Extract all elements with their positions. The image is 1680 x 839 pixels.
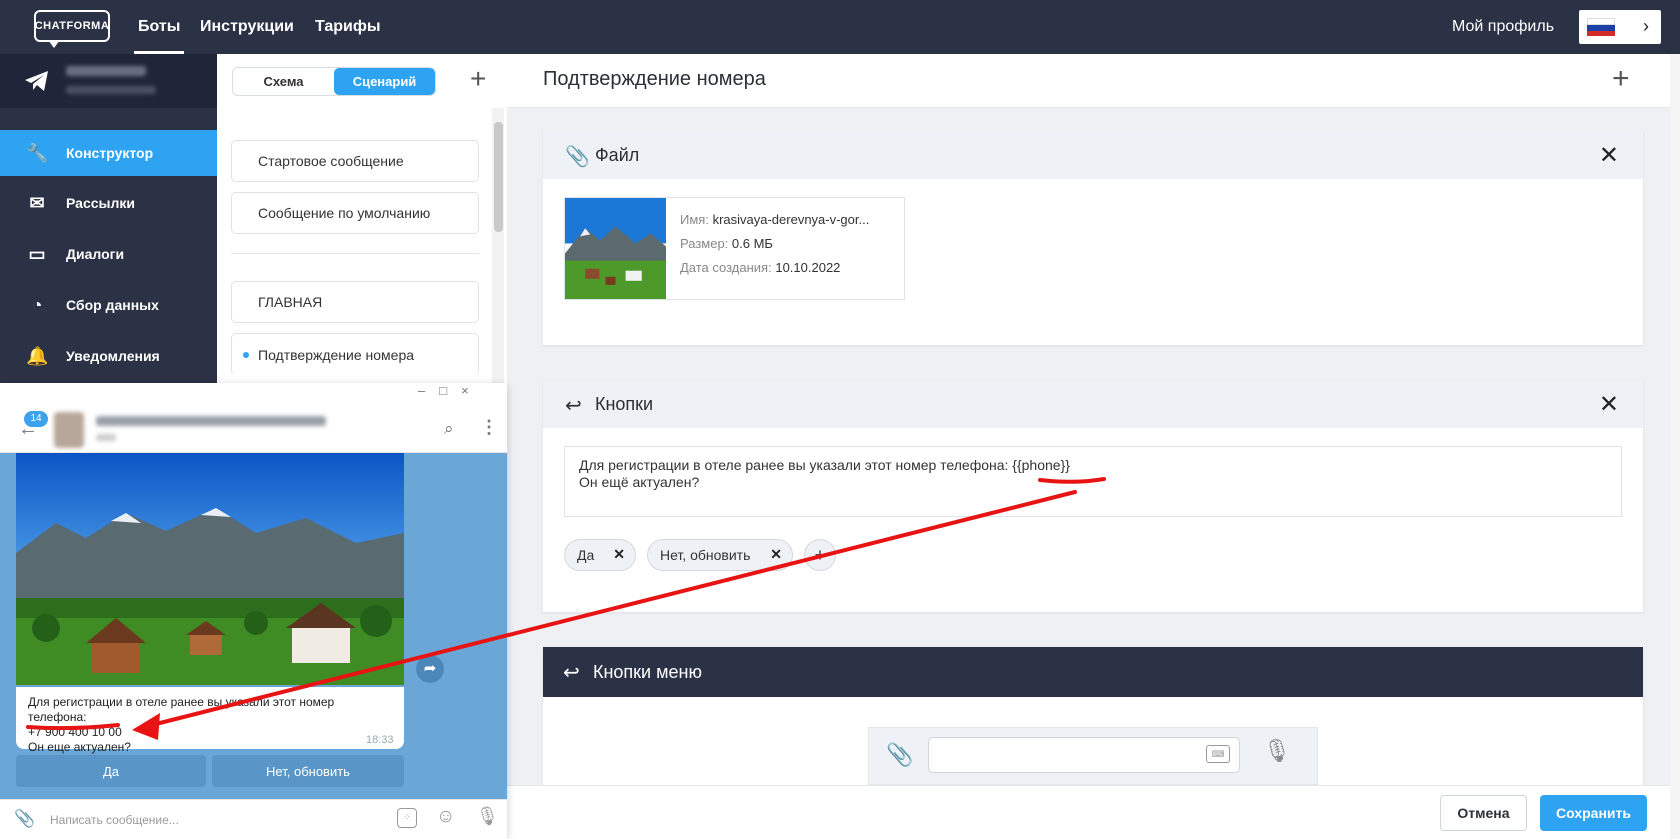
- toggle-scenario[interactable]: Сценарий: [334, 68, 435, 95]
- chip-label: Да: [577, 547, 595, 563]
- sidebar-item-constructor[interactable]: 🔧 Конструктор: [0, 130, 217, 176]
- nav-profile[interactable]: Мой профиль: [1452, 0, 1554, 54]
- toggle-scheme[interactable]: Схема: [233, 68, 334, 95]
- inline-button-yes[interactable]: Да: [16, 755, 206, 787]
- divider: [231, 253, 479, 254]
- paperclip-icon: 📎: [565, 146, 590, 168]
- page-title: Подтверждение номера: [543, 68, 766, 90]
- buttons-card-title: Кнопки: [595, 393, 654, 414]
- chat-name-blurred: [96, 416, 326, 426]
- button-chip-update[interactable]: Нет, обновить ✕: [647, 539, 793, 571]
- reply-arrow-icon: ↩: [565, 395, 582, 417]
- sidebar-item-label: Конструктор: [66, 145, 154, 161]
- microphone-icon[interactable]: 🎙: [1263, 738, 1291, 764]
- view-toggle: Схема Сценарий: [232, 67, 436, 96]
- message-time: 18:33: [366, 734, 394, 746]
- message-line-2: Он ещё актуален?: [579, 474, 700, 490]
- message-line-1: Для регистрации в отеле ранее вы указали…: [28, 695, 335, 724]
- sidebar-item-dialogs[interactable]: ▭ Диалоги: [0, 231, 217, 277]
- file-size: Размер: 0.6 МБ: [680, 236, 773, 251]
- telegram-icon: [25, 71, 48, 91]
- file-date: Дата создания: 10.10.2022: [680, 260, 841, 275]
- remove-icon[interactable]: ✕: [770, 546, 782, 563]
- cancel-button[interactable]: Отмена: [1440, 795, 1527, 831]
- chart-icon: ◔: [31, 295, 43, 315]
- microphone-icon[interactable]: 🎙: [476, 806, 499, 827]
- sidebar-item-label: Диалоги: [66, 246, 125, 262]
- chat-icon: ▭: [28, 244, 46, 264]
- nav-bots[interactable]: Боты: [134, 0, 185, 54]
- close-icon[interactable]: ✕: [1599, 141, 1619, 170]
- scenario-item-start[interactable]: Стартовое сообщение: [231, 140, 479, 182]
- remove-icon[interactable]: ✕: [613, 546, 625, 563]
- buttons-card-header: ↩ Кнопки ✕: [543, 380, 1643, 428]
- message-line-1: Для регистрации в отеле ранее вы указали…: [579, 457, 1070, 473]
- scenario-scrollbar-thumb[interactable]: [494, 122, 503, 232]
- keyboard-icon[interactable]: ⌨: [1206, 745, 1230, 763]
- bot-name-blurred: [66, 66, 146, 76]
- more-icon[interactable]: ⋮: [480, 417, 498, 438]
- message-phone: +7 900 400 10 00: [28, 725, 122, 739]
- paperclip-icon[interactable]: 📎: [886, 742, 913, 768]
- add-button-chip[interactable]: +: [804, 539, 836, 571]
- scenario-item-main[interactable]: ГЛАВНАЯ: [231, 281, 479, 323]
- search-icon[interactable]: ⌕: [444, 419, 454, 439]
- sidebar-item-data-collection[interactable]: ◔ Сбор данных: [0, 282, 217, 328]
- chat-status-blurred: [96, 434, 116, 441]
- button-chip-yes[interactable]: Да ✕: [564, 539, 636, 571]
- message-text-field[interactable]: Для регистрации в отеле ранее вы указали…: [564, 446, 1622, 517]
- sidebar-item-label: Рассылки: [66, 195, 135, 211]
- avatar[interactable]: [54, 412, 84, 448]
- window-controls[interactable]: –□×: [418, 383, 483, 398]
- emoji-icon[interactable]: ☺: [436, 806, 455, 828]
- sidebar-item-label: Сбор данных: [66, 297, 159, 313]
- active-dot: [243, 352, 249, 358]
- message-bubble: Для регистрации в отеле ранее вы указали…: [16, 687, 404, 754]
- unread-badge: 14: [24, 411, 48, 427]
- file-thumbnail: [565, 198, 666, 299]
- message-input[interactable]: Написать сообщение...: [50, 813, 179, 827]
- menu-buttons-header: ↩ Кнопки меню: [543, 647, 1643, 697]
- add-scenario-button[interactable]: +: [470, 64, 486, 94]
- russia-flag-icon: [1587, 18, 1615, 36]
- add-block-button[interactable]: +: [1612, 64, 1630, 94]
- forward-icon[interactable]: ➦: [416, 655, 444, 683]
- message-photo[interactable]: [16, 453, 404, 685]
- nav-instructions[interactable]: Инструкции: [200, 0, 294, 54]
- save-button[interactable]: Сохранить: [1540, 795, 1647, 831]
- language-selector[interactable]: ›: [1579, 10, 1661, 44]
- bell-icon: 🔔: [26, 346, 49, 366]
- inline-button-update[interactable]: Нет, обновить: [212, 755, 404, 787]
- wrench-icon: 🔧: [26, 143, 49, 163]
- chevron-right-icon: ›: [1643, 16, 1649, 36]
- reply-arrow-icon: ↩: [563, 662, 580, 684]
- sidebar-item-mailing[interactable]: ✉ Рассылки: [0, 180, 217, 226]
- message-line-3: Он еще актуален?: [28, 740, 131, 754]
- bot-commands-icon[interactable]: ⁘: [397, 808, 417, 828]
- chatforma-logo[interactable]: CHATFORMA: [34, 10, 110, 48]
- main-scrollbar[interactable]: [1670, 54, 1680, 839]
- file-card-header: 📎 Файл ✕: [543, 131, 1643, 179]
- file-name: Имя: krasivaya-derevnya-v-gor...: [680, 212, 870, 227]
- paperclip-icon[interactable]: 📎: [14, 809, 35, 829]
- bot-username-blurred: [66, 86, 156, 94]
- file-card-title: Файл: [595, 144, 640, 165]
- bot-header[interactable]: [0, 54, 217, 108]
- sidebar-item-label: Уведомления: [66, 348, 160, 364]
- menu-buttons-title: Кнопки меню: [593, 661, 702, 682]
- nav-tariffs[interactable]: Тарифы: [315, 0, 381, 54]
- composer-input[interactable]: [928, 737, 1240, 773]
- scenario-item-label: Подтверждение номера: [258, 346, 415, 363]
- scenario-item-default[interactable]: Сообщение по умолчанию: [231, 192, 479, 234]
- sidebar-item-notifications[interactable]: 🔔 Уведомления: [0, 333, 217, 379]
- close-icon[interactable]: ✕: [1599, 390, 1619, 419]
- scenario-item-confirm[interactable]: Подтверждение номера: [231, 333, 479, 375]
- chip-label: Нет, обновить: [660, 547, 751, 563]
- envelope-icon: ✉: [29, 193, 45, 213]
